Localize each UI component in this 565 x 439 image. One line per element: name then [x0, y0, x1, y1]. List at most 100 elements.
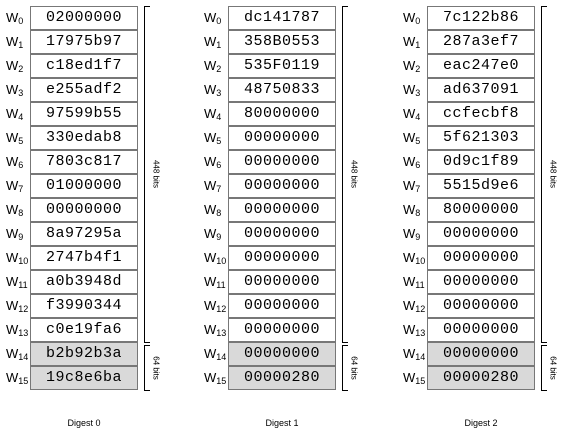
word-value-cell: 7c122b86: [427, 6, 535, 30]
word-label: W2: [204, 58, 222, 74]
word-label: W3: [204, 82, 222, 98]
word-label: W10: [204, 250, 227, 266]
word-label: W11: [403, 274, 425, 290]
word-label: W11: [6, 274, 28, 290]
word-label: W14: [403, 346, 426, 362]
word-value-cell: 2747b4f1: [30, 246, 138, 270]
word-label: W4: [6, 106, 24, 122]
word-label: W9: [204, 226, 222, 242]
word-value-cell: 8a97295a: [30, 222, 138, 246]
bracket-tick: [144, 345, 150, 346]
word-value-cell: e255adf2: [30, 78, 138, 102]
word-value-cell: 00000000: [427, 318, 535, 342]
word-label: W15: [204, 370, 227, 386]
bracket-tick: [541, 390, 547, 391]
word-value-cell: 02000000: [30, 6, 138, 30]
word-value-cell: ad637091: [427, 78, 535, 102]
word-value-cell: 00000000: [228, 294, 336, 318]
word-value-cell: 00000000: [228, 198, 336, 222]
word-value-cell: 00000000: [228, 126, 336, 150]
bracket-tick: [342, 390, 348, 391]
word-label: W3: [6, 82, 24, 98]
word-label: W7: [204, 178, 222, 194]
word-value-cell: dc141787: [228, 6, 336, 30]
word-label: W5: [204, 130, 222, 146]
word-label: W8: [204, 202, 222, 218]
digest-0-block: W0 02000000 W1 17975b97 W2 c18ed1f7 W3 e255adf2…: [2, 6, 172, 436]
word-value-cell: 00000000: [427, 246, 535, 270]
word-value-cell: 01000000: [30, 174, 138, 198]
word-value-cell: 48750833: [228, 78, 336, 102]
word-label: W13: [204, 322, 227, 338]
word-label: W2: [403, 58, 421, 74]
word-label: W1: [6, 34, 24, 50]
word-value-cell: 80000000: [427, 198, 535, 222]
digest-2-block: W0 7c122b86 W1 287a3ef7 W2 eac247e0 W3 ad637091…: [399, 6, 565, 436]
word-value-cell: 5515d9e6: [427, 174, 535, 198]
bracket-tick: [144, 6, 150, 7]
word-label: W13: [403, 322, 426, 338]
word-value-cell: 5f621303: [427, 126, 535, 150]
word-value-cell: ccfecbf8: [427, 102, 535, 126]
word-value-cell: 00000000: [427, 270, 535, 294]
word-label: W11: [204, 274, 226, 290]
word-label: W2: [6, 58, 24, 74]
word-label: W0: [204, 10, 222, 26]
word-value-cell: 00000280: [228, 366, 336, 390]
word-label: W7: [403, 178, 421, 194]
word-value-cell: 00000000: [228, 246, 336, 270]
bracket-tick: [541, 342, 547, 343]
word-value-cell: a0b3948d: [30, 270, 138, 294]
word-value-cell: 00000000: [228, 150, 336, 174]
bracket-64-bits: [342, 345, 349, 390]
word-label: W10: [6, 250, 29, 266]
bracket-tick: [144, 342, 150, 343]
bracket-tick: [144, 390, 150, 391]
bracket-tick: [342, 345, 348, 346]
bracket-448-bits: [342, 6, 349, 342]
word-value-cell: 00000000: [427, 294, 535, 318]
word-label: W6: [204, 154, 222, 170]
word-label: W14: [204, 346, 227, 362]
bracket-tick: [541, 6, 547, 7]
word-label: W9: [403, 226, 421, 242]
word-label: W1: [403, 34, 421, 50]
digest-caption: Digest 2: [464, 418, 498, 428]
word-value-cell: 00000000: [228, 222, 336, 246]
digest-caption: Digest 1: [265, 418, 299, 428]
word-value-cell: eac247e0: [427, 54, 535, 78]
word-value-cell: 19c8e6ba: [30, 366, 138, 390]
word-label: W5: [6, 130, 24, 146]
word-value-cell: 358B0553: [228, 30, 336, 54]
digest-1-block: W0 dc141787 W1 358B0553 W2 535F0119 W3 48750833…: [200, 6, 370, 436]
word-value-cell: 00000000: [228, 318, 336, 342]
word-value-cell: 00000280: [427, 366, 535, 390]
bracket-tick: [342, 342, 348, 343]
word-value-cell: 97599b55: [30, 102, 138, 126]
word-label: W4: [204, 106, 222, 122]
word-value-cell: 535F0119: [228, 54, 336, 78]
word-value-cell: 00000000: [228, 174, 336, 198]
word-value-cell: 287a3ef7: [427, 30, 535, 54]
word-value-cell: 330edab8: [30, 126, 138, 150]
word-label: W8: [403, 202, 421, 218]
word-label: W6: [403, 154, 421, 170]
word-label: W4: [403, 106, 421, 122]
word-value-cell: 00000000: [228, 342, 336, 366]
word-label: W12: [403, 298, 426, 314]
bracket-label-64-bits: 64 bits: [349, 355, 359, 380]
word-label: W10: [403, 250, 426, 266]
digest-caption: Digest 0: [67, 418, 101, 428]
word-label: W14: [6, 346, 29, 362]
word-label: W15: [6, 370, 29, 386]
word-value-cell: 17975b97: [30, 30, 138, 54]
bracket-64-bits: [144, 345, 151, 390]
word-value-cell: 80000000: [228, 102, 336, 126]
word-value-cell: 7803c817: [30, 150, 138, 174]
bracket-label-448-bits: 448 bits: [548, 159, 558, 189]
word-label: W1: [204, 34, 222, 50]
word-value-cell: 0d9c1f89: [427, 150, 535, 174]
word-value-cell: c18ed1f7: [30, 54, 138, 78]
word-value-cell: 00000000: [30, 198, 138, 222]
word-value-cell: 00000000: [228, 270, 336, 294]
